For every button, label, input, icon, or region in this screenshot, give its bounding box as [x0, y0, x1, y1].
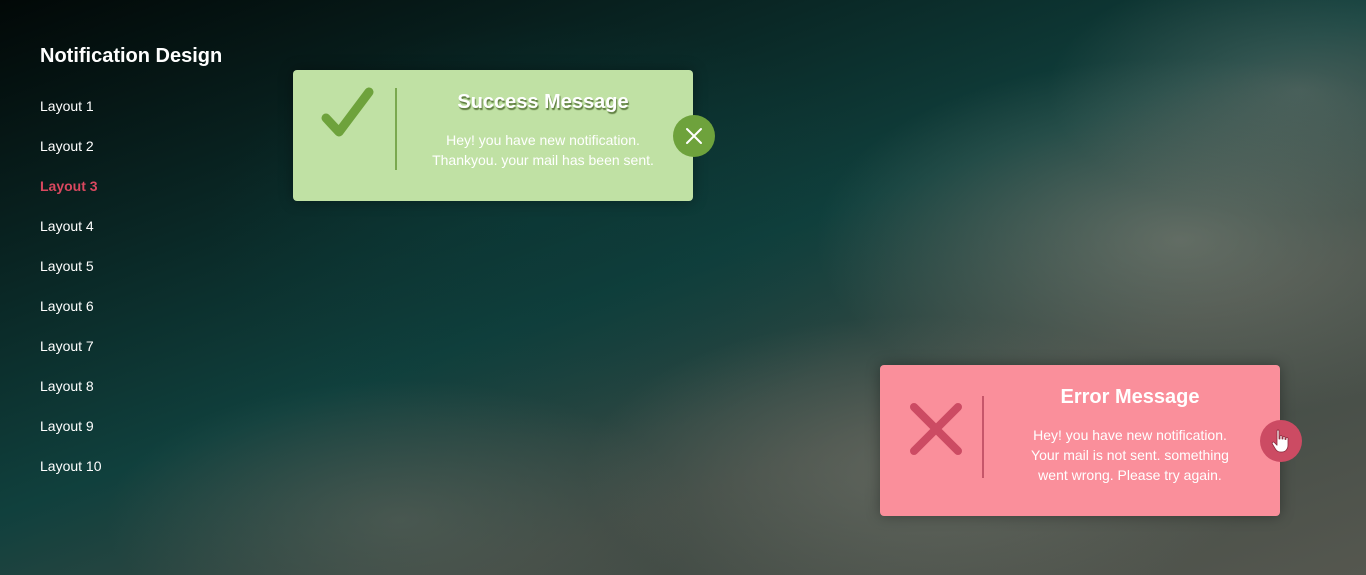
success-title: Success Message — [457, 91, 629, 113]
success-line-2: Thankyou. your mail has been sent. — [432, 152, 654, 168]
cross-icon — [908, 401, 964, 457]
pointer-hand-icon — [1271, 429, 1289, 453]
sidebar: Notification Design Layout 1 Layout 2 La… — [40, 44, 280, 486]
menu-item-layout-3[interactable]: Layout 3 — [40, 166, 280, 206]
success-close-button[interactable] — [673, 115, 715, 157]
error-line-2: Your mail is not sent. something — [1031, 447, 1229, 463]
check-icon — [321, 86, 377, 142]
success-notification: Success Message Hey! you have new notifi… — [293, 70, 715, 201]
success-line-1: Hey! you have new notification. — [446, 132, 640, 148]
menu-item-layout-1[interactable]: Layout 1 — [40, 86, 280, 126]
error-title: Error Message — [1060, 386, 1200, 408]
close-icon — [686, 128, 702, 144]
error-divider — [982, 396, 984, 478]
error-notification: Error Message Hey! you have new notifica… — [880, 365, 1302, 516]
menu-item-layout-10[interactable]: Layout 10 — [40, 446, 280, 486]
menu-item-layout-8[interactable]: Layout 8 — [40, 366, 280, 406]
success-content: Success Message Hey! you have new notifi… — [403, 90, 683, 170]
menu-item-layout-7[interactable]: Layout 7 — [40, 326, 280, 366]
menu-item-layout-6[interactable]: Layout 6 — [40, 286, 280, 326]
menu-item-layout-5[interactable]: Layout 5 — [40, 246, 280, 286]
menu-item-layout-9[interactable]: Layout 9 — [40, 406, 280, 446]
error-content: Error Message Hey! you have new notifica… — [990, 385, 1270, 485]
menu-item-layout-2[interactable]: Layout 2 — [40, 126, 280, 166]
error-line-3: went wrong. Please try again. — [1038, 467, 1222, 483]
layout-menu: Layout 1 Layout 2 Layout 3 Layout 4 Layo… — [40, 86, 280, 486]
success-divider — [395, 88, 397, 170]
error-line-1: Hey! you have new notification. — [1033, 427, 1227, 443]
error-close-button[interactable] — [1260, 420, 1302, 462]
sidebar-title: Notification Design — [40, 45, 223, 67]
menu-item-layout-4[interactable]: Layout 4 — [40, 206, 280, 246]
